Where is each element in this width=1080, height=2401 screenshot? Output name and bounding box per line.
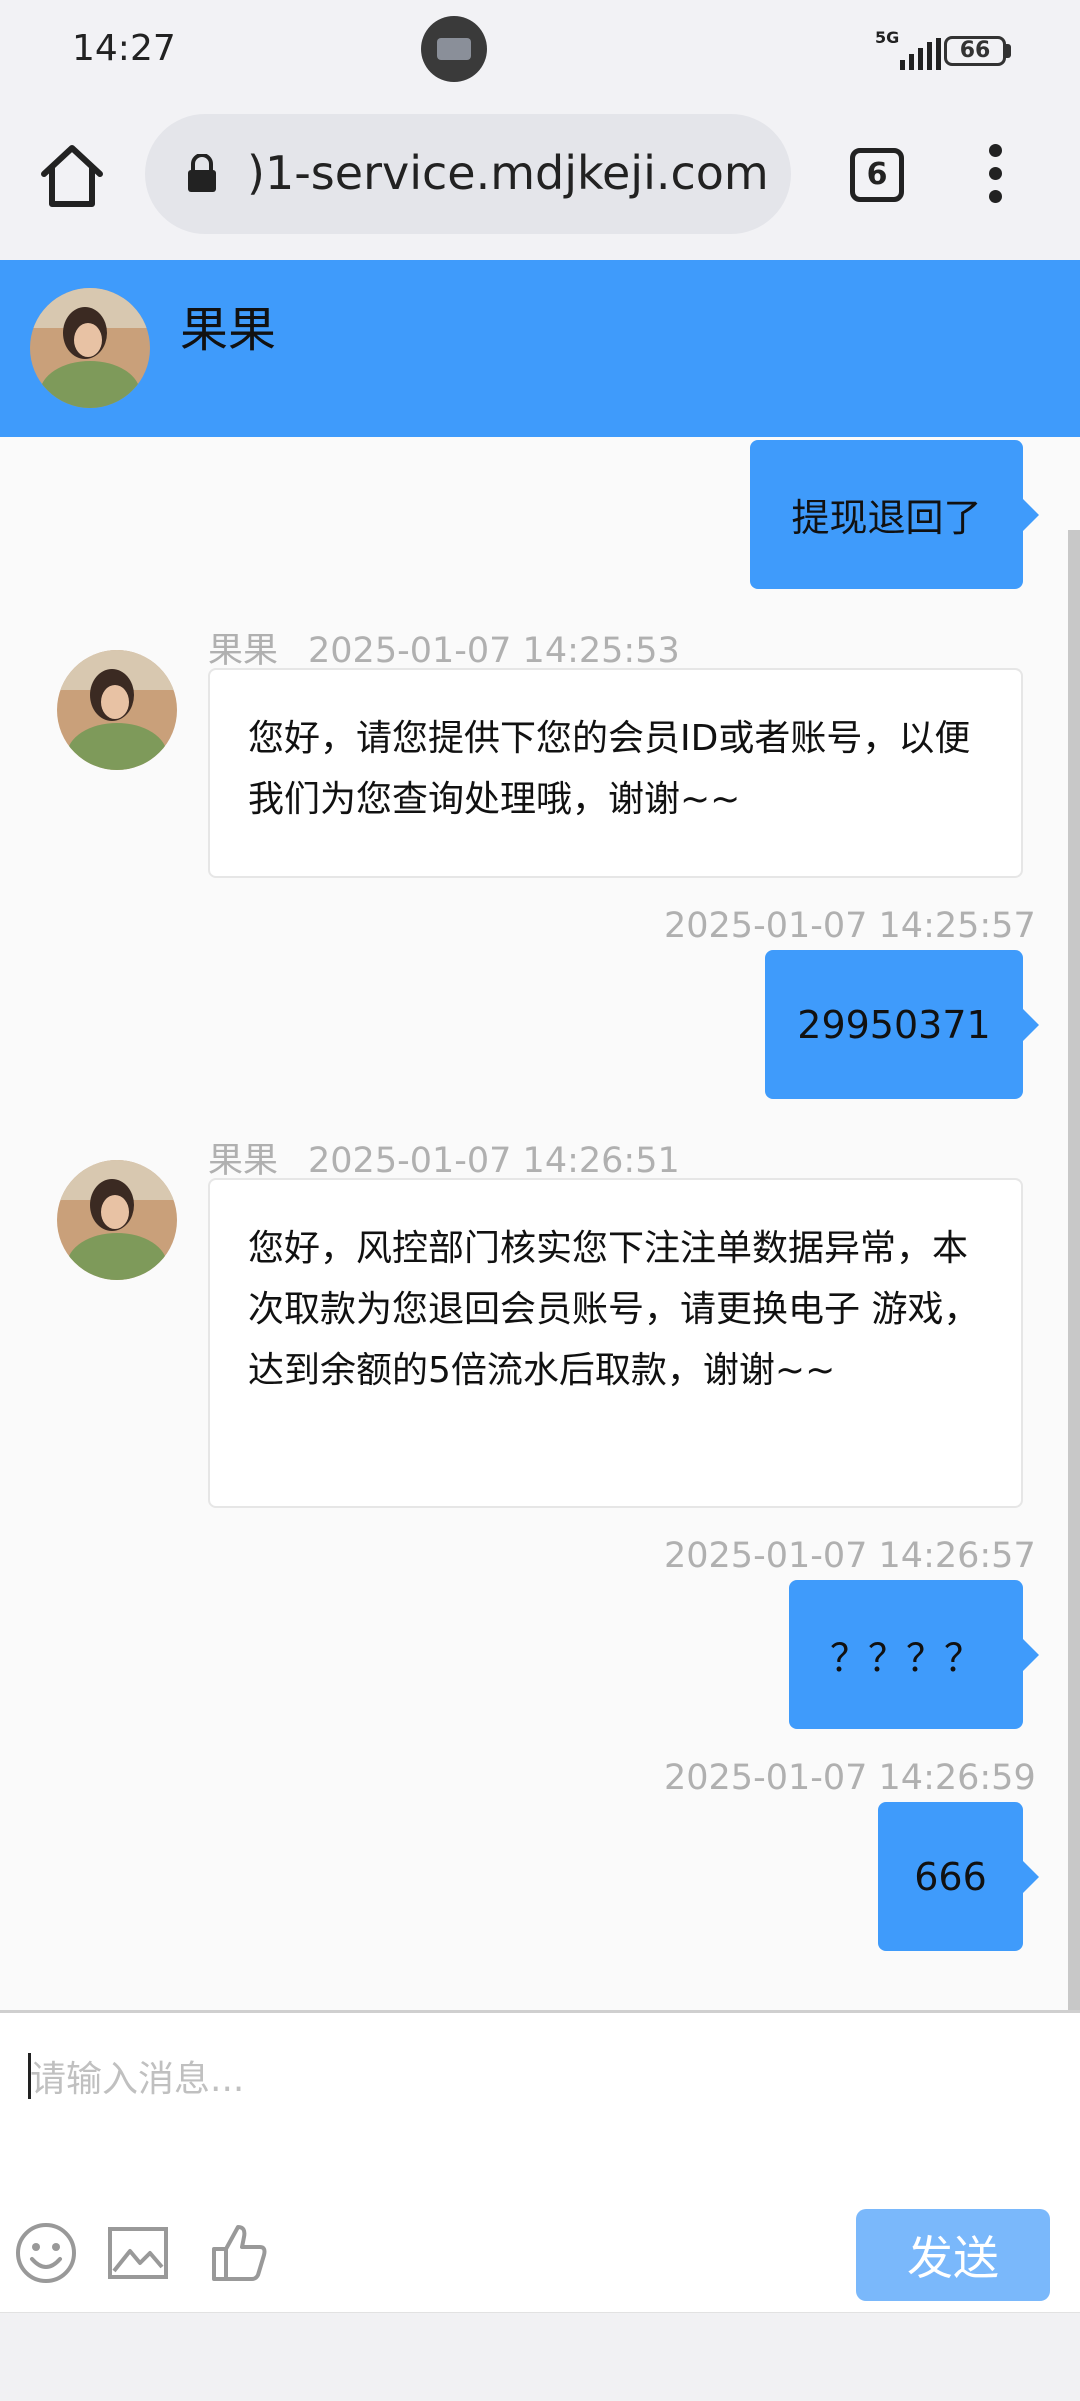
status-time: 14:27 bbox=[72, 28, 176, 69]
chat-scrollbar[interactable] bbox=[1068, 530, 1080, 2010]
sender-name: 果果 bbox=[208, 631, 279, 671]
status-bar: 14:27 5G 66 bbox=[0, 0, 1080, 100]
message-time: 2025-01-07 14:26:59 bbox=[664, 1758, 1036, 1798]
message-composer: 发送 bbox=[0, 2010, 1080, 2315]
outgoing-message: 提现退回了 bbox=[750, 440, 1039, 589]
message-meta: 果果 2025-01-07 14:25:53 bbox=[208, 622, 680, 673]
message-time: 2025-01-07 14:25:53 bbox=[308, 631, 680, 671]
agent-avatar bbox=[57, 650, 177, 770]
outgoing-message: 666 bbox=[878, 1802, 1039, 1951]
send-button[interactable]: 发送 bbox=[856, 2209, 1050, 2301]
battery-tip bbox=[1006, 44, 1011, 58]
chat-header: 果果 bbox=[0, 260, 1080, 437]
agent-name: 果果 bbox=[180, 302, 277, 358]
message-time: 2025-01-07 14:26:57 bbox=[664, 1536, 1036, 1576]
message-text: ？？？？ bbox=[829, 1636, 982, 1680]
bottom-blank-area bbox=[0, 2312, 1080, 2401]
outgoing-message: 29950371 bbox=[765, 950, 1039, 1099]
message-text: 29950371 bbox=[797, 1002, 991, 1047]
message-time: 2025-01-07 14:26:51 bbox=[308, 1141, 680, 1181]
emoji-icon[interactable] bbox=[14, 2221, 78, 2285]
message-input[interactable] bbox=[28, 2043, 1052, 2115]
more-options-icon[interactable] bbox=[980, 140, 1010, 212]
battery-level: 66 bbox=[959, 38, 991, 63]
network-type: 5G bbox=[875, 28, 900, 47]
message-meta: 果果 2025-01-07 14:26:51 bbox=[208, 1132, 680, 1183]
browser-toolbar: )1-service.mdjkeji.com 6 bbox=[0, 100, 1080, 260]
address-bar[interactable]: )1-service.mdjkeji.com bbox=[145, 114, 791, 234]
home-icon[interactable] bbox=[36, 140, 108, 212]
message-text: 666 bbox=[914, 1854, 987, 1899]
agent-avatar bbox=[30, 288, 150, 408]
tab-switcher-button[interactable]: 6 bbox=[850, 148, 904, 202]
notification-app-icon bbox=[421, 16, 487, 82]
message-text: 您好，请您提供下您的会员ID或者账号，以便我们为您查询处理哦，谢谢~~ bbox=[248, 718, 971, 820]
message-time: 2025-01-07 14:25:57 bbox=[664, 906, 1036, 946]
thumbs-up-icon[interactable] bbox=[206, 2221, 270, 2285]
url-text: )1-service.mdjkeji.com bbox=[247, 146, 767, 200]
message-text: 提现退回了 bbox=[791, 496, 982, 540]
battery-icon: 66 bbox=[944, 36, 1006, 66]
incoming-message: 您好，请您提供下您的会员ID或者账号，以便我们为您查询处理哦，谢谢~~ bbox=[208, 668, 1023, 878]
signal-icon bbox=[900, 38, 941, 70]
agent-avatar bbox=[57, 1160, 177, 1280]
lock-icon bbox=[188, 154, 216, 192]
incoming-message: 您好，风控部门核实您下注注单数据异常，本次取款为您退回会员账号，请更换电子 游戏… bbox=[208, 1178, 1023, 1508]
image-icon[interactable] bbox=[106, 2221, 170, 2285]
message-text: 您好，风控部门核实您下注注单数据异常，本次取款为您退回会员账号，请更换电子 游戏… bbox=[248, 1228, 980, 1391]
outgoing-message: ？？？？ bbox=[789, 1580, 1039, 1729]
sender-name: 果果 bbox=[208, 1141, 279, 1181]
text-cursor bbox=[28, 2053, 31, 2099]
